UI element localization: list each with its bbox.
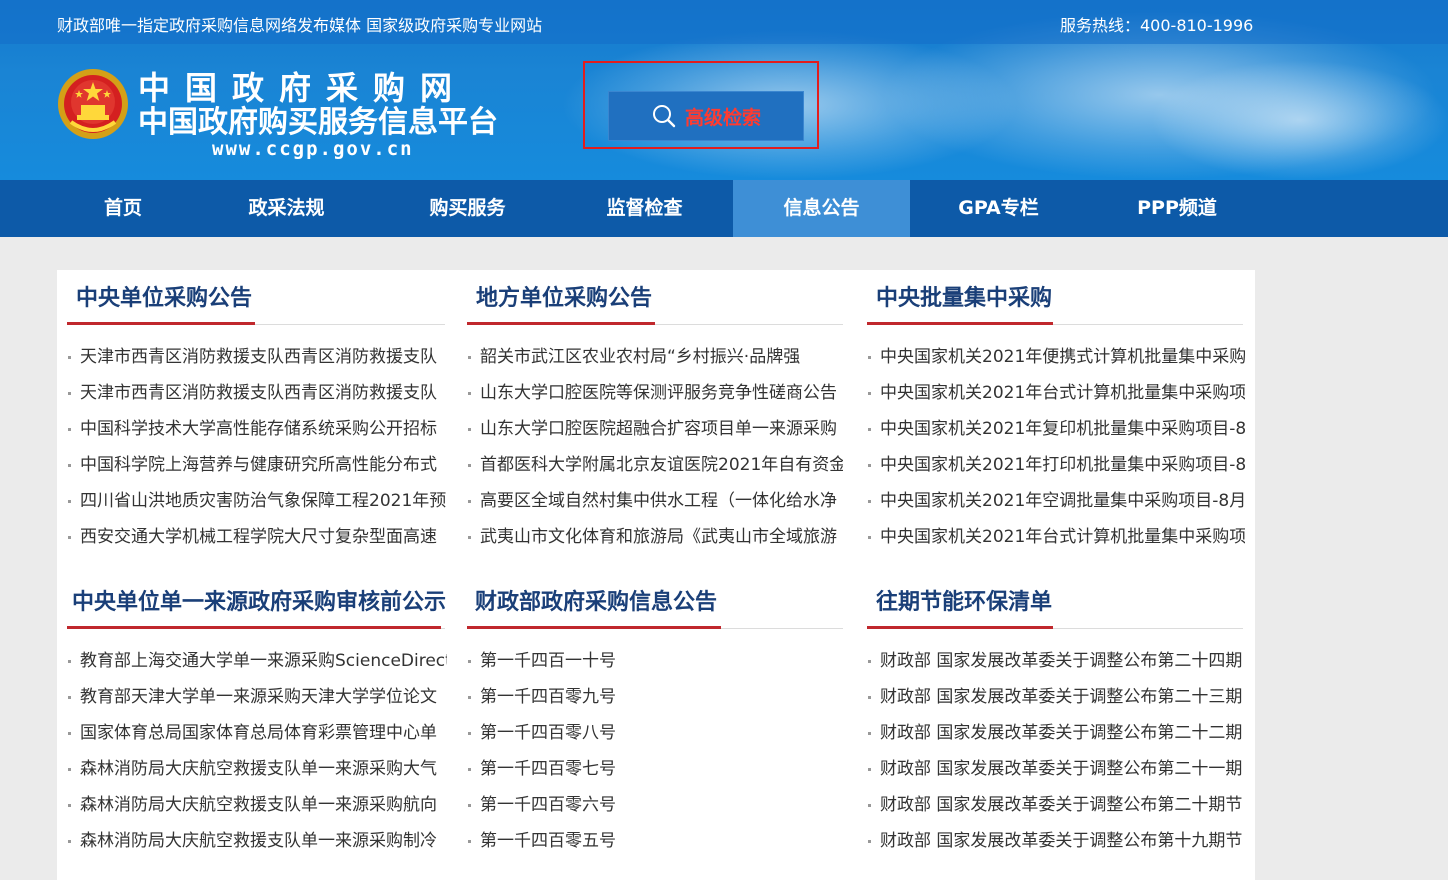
section-local-procurement: 地方单位采购公告 韶关市武江区农业农村局“乡村振兴·品牌强 山东大学口腔医院等保… — [457, 270, 857, 570]
list-item[interactable]: 第一千四百零八号 — [467, 718, 843, 754]
cloud-decoration — [1150, 60, 1448, 180]
list-item[interactable]: 财政部 国家发展改革委关于调整公布第二十期节 — [867, 790, 1245, 826]
list-item[interactable]: 国家体育总局国家体育总局体育彩票管理中心单 — [67, 718, 447, 754]
service-hotline: 服务热线：400-810-1996 — [1060, 16, 1254, 35]
list-item[interactable]: 首都医科大学附属北京友谊医院2021年自有资金 — [467, 450, 843, 486]
section-energy-saving-list: 往期节能环保清单 财政部 国家发展改革委关于调整公布第二十四期 财政部 国家发展… — [857, 574, 1255, 874]
list-item[interactable]: 中央国家机关2021年打印机批量集中采购项目-8 — [867, 450, 1245, 486]
section-title-underline — [467, 322, 655, 325]
list-item[interactable]: 财政部 国家发展改革委关于调整公布第十九期节 — [867, 826, 1245, 862]
list-item[interactable]: 中国科学院上海营养与健康研究所高性能分布式 — [67, 450, 447, 486]
section-single-source: 中央单位单一来源政府采购审核前公示 教育部上海交通大学单一来源采购Science… — [57, 574, 457, 874]
list-item[interactable]: 山东大学口腔医院超融合扩容项目单一来源采购 — [467, 414, 843, 450]
list-item[interactable]: 四川省山洪地质灾害防治气象保障工程2021年预 — [67, 486, 447, 522]
site-logo[interactable]: 中国政府采购网 中国政府购买服务信息平台 — [138, 70, 498, 140]
list-item[interactable]: 西安交通大学机械工程学院大尺寸复杂型面高速 — [67, 522, 447, 558]
nav-purchase-services[interactable]: 购买服务 — [379, 180, 556, 237]
section-title[interactable]: 财政部政府采购信息公告 — [475, 584, 717, 616]
list-item[interactable]: 中央国家机关2021年复印机批量集中采购项目-8 — [867, 414, 1245, 450]
list-item[interactable]: 森林消防局大庆航空救援支队单一来源采购航向 — [67, 790, 447, 826]
advanced-search-label: 高级检索 — [684, 106, 761, 129]
nav-ppp[interactable]: PPP频道 — [1087, 180, 1267, 237]
list-item[interactable]: 天津市西青区消防救援支队西青区消防救援支队 — [67, 378, 447, 414]
list-item[interactable]: 高要区全域自然村集中供水工程（一体化给水净 — [467, 486, 843, 522]
logo-subtitle: 中国政府购买服务信息平台 — [138, 105, 498, 140]
announcement-list: 韶关市武江区农业农村局“乡村振兴·品牌强 山东大学口腔医院等保测评服务竞争性磋商… — [467, 342, 843, 558]
list-item[interactable]: 中央国家机关2021年空调批量集中采购项目-8月 — [867, 486, 1245, 522]
announcement-list: 财政部 国家发展改革委关于调整公布第二十四期 财政部 国家发展改革委关于调整公布… — [867, 646, 1245, 862]
announcement-list: 教育部上海交通大学单一来源采购ScienceDirect 教育部天津大学单一来源… — [67, 646, 447, 862]
site-slogan: 财政部唯一指定政府采购信息网络发布媒体 国家级政府采购专业网站 — [57, 16, 543, 35]
list-item[interactable]: 教育部天津大学单一来源采购天津大学学位论文 — [67, 682, 447, 718]
nav-home[interactable]: 首页 — [0, 180, 247, 237]
main-nav: 首页 政采法规 购买服务 监督检查 信息公告 GPA专栏 PPP频道 — [0, 180, 1448, 237]
list-item[interactable]: 中央国家机关2021年台式计算机批量集中采购项 — [867, 378, 1245, 414]
section-batch-procurement: 中央批量集中采购 中央国家机关2021年便携式计算机批量集中采购 中央国家机关2… — [857, 270, 1255, 570]
section-title-underline — [867, 626, 1053, 629]
list-item[interactable]: 财政部 国家发展改革委关于调整公布第二十一期 — [867, 754, 1245, 790]
section-title[interactable]: 往期节能环保清单 — [876, 584, 1052, 616]
site-header: 财政部唯一指定政府采购信息网络发布媒体 国家级政府采购专业网站 服务热线：400… — [0, 0, 1448, 180]
list-item[interactable]: 财政部 国家发展改革委关于调整公布第二十三期 — [867, 682, 1245, 718]
nav-regulations[interactable]: 政采法规 — [213, 180, 360, 237]
section-central-procurement: 中央单位采购公告 天津市西青区消防救援支队西青区消防救援支队 天津市西青区消防救… — [57, 270, 457, 570]
national-emblem-icon — [58, 69, 128, 139]
list-item[interactable]: 天津市西青区消防救援支队西青区消防救援支队 — [67, 342, 447, 378]
content-panel: 中央单位采购公告 天津市西青区消防救援支队西青区消防救援支队 天津市西青区消防救… — [57, 270, 1255, 880]
advanced-search-button[interactable]: 高级检索 — [608, 91, 804, 141]
nav-supervision[interactable]: 监督检查 — [556, 180, 733, 237]
section-title[interactable]: 中央批量集中采购 — [876, 280, 1052, 312]
section-title[interactable]: 地方单位采购公告 — [476, 280, 652, 312]
top-bar: 财政部唯一指定政府采购信息网络发布媒体 国家级政府采购专业网站 服务热线：400… — [0, 0, 1448, 44]
logo-title: 中国政府采购网 — [138, 69, 468, 107]
nav-announcements[interactable]: 信息公告 — [733, 180, 910, 237]
nav-gpa[interactable]: GPA专栏 — [910, 180, 1087, 237]
logo-url: www.ccgp.gov.cn — [212, 138, 414, 160]
list-item[interactable]: 中央国家机关2021年便携式计算机批量集中采购 — [867, 342, 1245, 378]
search-icon — [652, 105, 676, 128]
list-item[interactable]: 第一千四百一十号 — [467, 646, 843, 682]
announcement-list: 第一千四百一十号 第一千四百零九号 第一千四百零八号 第一千四百零七号 第一千四… — [467, 646, 843, 862]
announcement-list: 天津市西青区消防救援支队西青区消防救援支队 天津市西青区消防救援支队西青区消防救… — [67, 342, 447, 558]
list-item[interactable]: 韶关市武江区农业农村局“乡村振兴·品牌强 — [467, 342, 843, 378]
list-item[interactable]: 第一千四百零六号 — [467, 790, 843, 826]
section-mof-announcements: 财政部政府采购信息公告 第一千四百一十号 第一千四百零九号 第一千四百零八号 第… — [457, 574, 857, 874]
section-title[interactable]: 中央单位单一来源政府采购审核前公示 — [72, 584, 446, 616]
list-item[interactable]: 山东大学口腔医院等保测评服务竞争性磋商公告 — [467, 378, 843, 414]
list-item[interactable]: 中国科学技术大学高性能存储系统采购公开招标 — [67, 414, 447, 450]
list-item[interactable]: 财政部 国家发展改革委关于调整公布第二十四期 — [867, 646, 1245, 682]
section-title-underline — [867, 322, 1053, 325]
list-item[interactable]: 中央国家机关2021年台式计算机批量集中采购项 — [867, 522, 1245, 558]
list-item[interactable]: 第一千四百零九号 — [467, 682, 843, 718]
list-item[interactable]: 第一千四百零五号 — [467, 826, 843, 862]
list-item[interactable]: 教育部上海交通大学单一来源采购ScienceDirect — [67, 646, 447, 682]
section-title-underline — [467, 626, 721, 629]
announcement-list: 中央国家机关2021年便携式计算机批量集中采购 中央国家机关2021年台式计算机… — [867, 342, 1245, 558]
list-item[interactable]: 森林消防局大庆航空救援支队单一来源采购制冷 — [67, 826, 447, 862]
list-item[interactable]: 森林消防局大庆航空救援支队单一来源采购大气 — [67, 754, 447, 790]
list-item[interactable]: 财政部 国家发展改革委关于调整公布第二十二期 — [867, 718, 1245, 754]
list-item[interactable]: 武夷山市文化体育和旅游局《武夷山市全域旅游 — [467, 522, 843, 558]
section-title-underline — [67, 322, 255, 325]
section-title-underline — [67, 626, 441, 629]
list-item[interactable]: 第一千四百零七号 — [467, 754, 843, 790]
section-title[interactable]: 中央单位采购公告 — [76, 280, 252, 312]
